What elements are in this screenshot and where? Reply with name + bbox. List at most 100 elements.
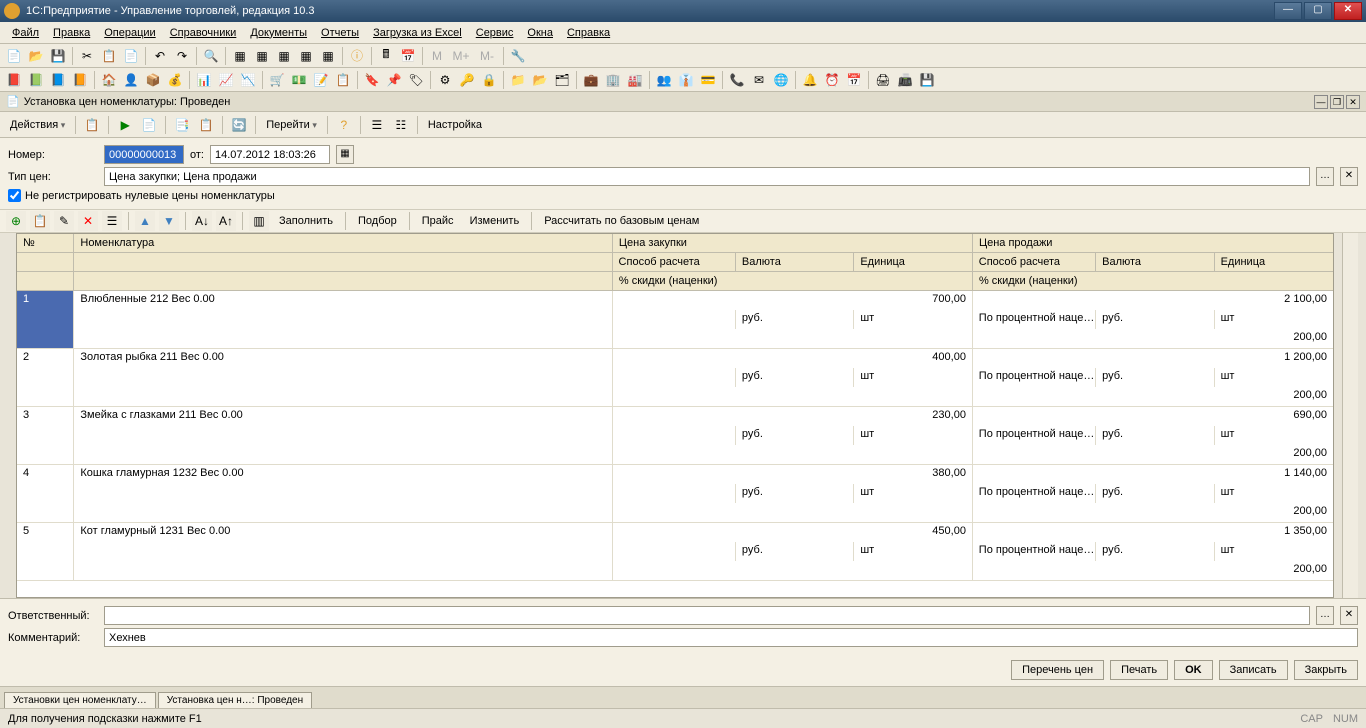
grid-body[interactable]: 1Влюбленные 212 Вес 0.00700,002 100,00ру… [17,291,1333,597]
tb2-icon[interactable]: 🌐 [771,70,791,90]
number-input[interactable]: 00000000013 [104,145,184,164]
dt-icon[interactable]: 📄 [139,115,159,135]
change-dropdown[interactable]: Изменить [464,213,526,229]
tb2-icon[interactable]: 📋 [333,70,353,90]
tb2-icon[interactable]: 💼 [581,70,601,90]
select-button[interactable]: Подбор [352,213,403,229]
tb2-icon[interactable]: 🏭 [625,70,645,90]
mplus-label[interactable]: M+ [449,46,473,66]
gt-list-icon[interactable]: ☰ [102,211,122,231]
tb2-icon[interactable]: ⚙ [435,70,455,90]
tb2-icon[interactable]: 📈 [216,70,236,90]
price-list-button[interactable]: Перечень цен [1011,660,1104,680]
gt-up-icon[interactable]: ▲ [135,211,155,231]
tb2-icon[interactable]: 🔔 [800,70,820,90]
tb2-icon[interactable]: 💵 [289,70,309,90]
tb2-icon[interactable]: 💳 [698,70,718,90]
fill-dropdown[interactable]: Заполнить [273,213,339,229]
gt-down-icon[interactable]: ▼ [159,211,179,231]
tb2-icon[interactable]: 🔖 [362,70,382,90]
settings-label[interactable]: Настройка [424,119,486,131]
gt-copy-icon[interactable]: 📋 [30,211,50,231]
tb2-icon[interactable]: 🛒 [267,70,287,90]
tb2-icon[interactable]: 📕 [4,70,24,90]
tb2-icon[interactable]: 👤 [121,70,141,90]
menu-reports[interactable]: Отчеты [315,25,365,41]
tab-item[interactable]: Установки цен номенклату… [4,692,156,708]
table-row[interactable]: 5Кот гламурный 1231 Вес 0.00450,001 350,… [17,523,1333,581]
copy-icon[interactable]: 📋 [99,46,119,66]
undo-icon[interactable]: ↶ [150,46,170,66]
tb2-icon[interactable]: 🏷 [406,70,426,90]
print-button[interactable]: Печать [1110,660,1168,680]
zero-prices-checkbox[interactable] [8,189,21,202]
tb2-icon[interactable]: 🗂 [552,70,572,90]
close-button[interactable]: ✕ [1334,2,1362,20]
menu-documents[interactable]: Документы [244,25,313,41]
tb2-icon[interactable]: ⏰ [822,70,842,90]
maximize-button[interactable]: ▢ [1304,2,1332,20]
tools-icon[interactable]: 🔧 [508,46,528,66]
menu-file[interactable]: Файл [6,25,45,41]
table-row[interactable]: 2Золотая рыбка 211 Вес 0.00400,001 200,0… [17,349,1333,407]
dt-icon[interactable]: 📑 [172,115,192,135]
new-icon[interactable]: 📄 [4,46,24,66]
tb2-icon[interactable]: 📅 [844,70,864,90]
tb2-icon[interactable]: 📁 [508,70,528,90]
tb2-icon[interactable]: 💾 [917,70,937,90]
col-header-discount[interactable]: % скидки (наценки) [613,272,973,290]
col-header-currency[interactable]: Валюта [736,253,854,271]
paste-icon[interactable]: 📄 [121,46,141,66]
goto-dropdown[interactable]: Перейти [262,119,321,131]
tb2-icon[interactable]: 📠 [895,70,915,90]
calc-icon[interactable]: 🖩 [376,46,396,66]
cut-icon[interactable]: ✂ [77,46,97,66]
doc-restore-icon[interactable]: ❐ [1330,95,1344,109]
tb2-icon[interactable]: 🔒 [479,70,499,90]
tb2-icon[interactable]: 📉 [238,70,258,90]
m-label[interactable]: M [427,46,447,66]
price-button[interactable]: Прайс [416,213,460,229]
responsible-input[interactable] [104,606,1310,625]
col-header-unit[interactable]: Единица [854,253,972,271]
tb2-icon[interactable]: 📗 [26,70,46,90]
doc-min-icon[interactable]: — [1314,95,1328,109]
tb2-icon[interactable]: 👥 [654,70,674,90]
price-grid[interactable]: № Номенклатура Цена закупки Цена продажи… [16,233,1334,598]
tab-item[interactable]: Установка цен н…: Проведен [158,692,312,708]
tb2-icon[interactable]: ✉ [749,70,769,90]
responsible-clear-icon[interactable]: ✕ [1340,606,1358,625]
nav2-icon[interactable]: ▦ [252,46,272,66]
dt-icon[interactable]: ☰ [367,115,387,135]
tb2-icon[interactable]: 🏠 [99,70,119,90]
nav1-icon[interactable]: ▦ [230,46,250,66]
menu-service[interactable]: Сервис [470,25,520,41]
menu-help[interactable]: Справка [561,25,616,41]
calc-button[interactable]: Рассчитать по базовым ценам [538,213,705,229]
price-type-input[interactable]: Цена закупки; Цена продажи [104,167,1310,186]
dt-icon[interactable]: 🔄 [229,115,249,135]
save-icon[interactable]: 💾 [48,46,68,66]
tb2-icon[interactable]: 💰 [165,70,185,90]
date-input[interactable]: 14.07.2012 18:03:26 [210,145,330,164]
price-type-clear-icon[interactable]: ✕ [1340,167,1358,186]
menu-windows[interactable]: Окна [521,25,559,41]
tb2-icon[interactable]: 📝 [311,70,331,90]
nav3-icon[interactable]: ▦ [274,46,294,66]
comment-input[interactable]: Хехнев [104,628,1358,647]
help-icon[interactable]: ? [334,115,354,135]
col-header-method[interactable]: Способ расчета [973,253,1096,271]
col-header-sell[interactable]: Цена продажи [973,234,1333,252]
tb2-icon[interactable]: 👔 [676,70,696,90]
table-row[interactable]: 1Влюбленные 212 Вес 0.00700,002 100,00ру… [17,291,1333,349]
ok-button[interactable]: OK [1174,660,1213,680]
nav4-icon[interactable]: ▦ [296,46,316,66]
tb2-icon[interactable]: 📘 [48,70,68,90]
minimize-button[interactable]: — [1274,2,1302,20]
gt-edit-icon[interactable]: ✎ [54,211,74,231]
tb2-icon[interactable]: 🖨 [873,70,893,90]
gt-add-icon[interactable]: ⊕ [6,211,26,231]
tb2-icon[interactable]: 📞 [727,70,747,90]
tb2-icon[interactable]: 📊 [194,70,214,90]
table-row[interactable]: 3Змейка с глазками 211 Вес 0.00230,00690… [17,407,1333,465]
